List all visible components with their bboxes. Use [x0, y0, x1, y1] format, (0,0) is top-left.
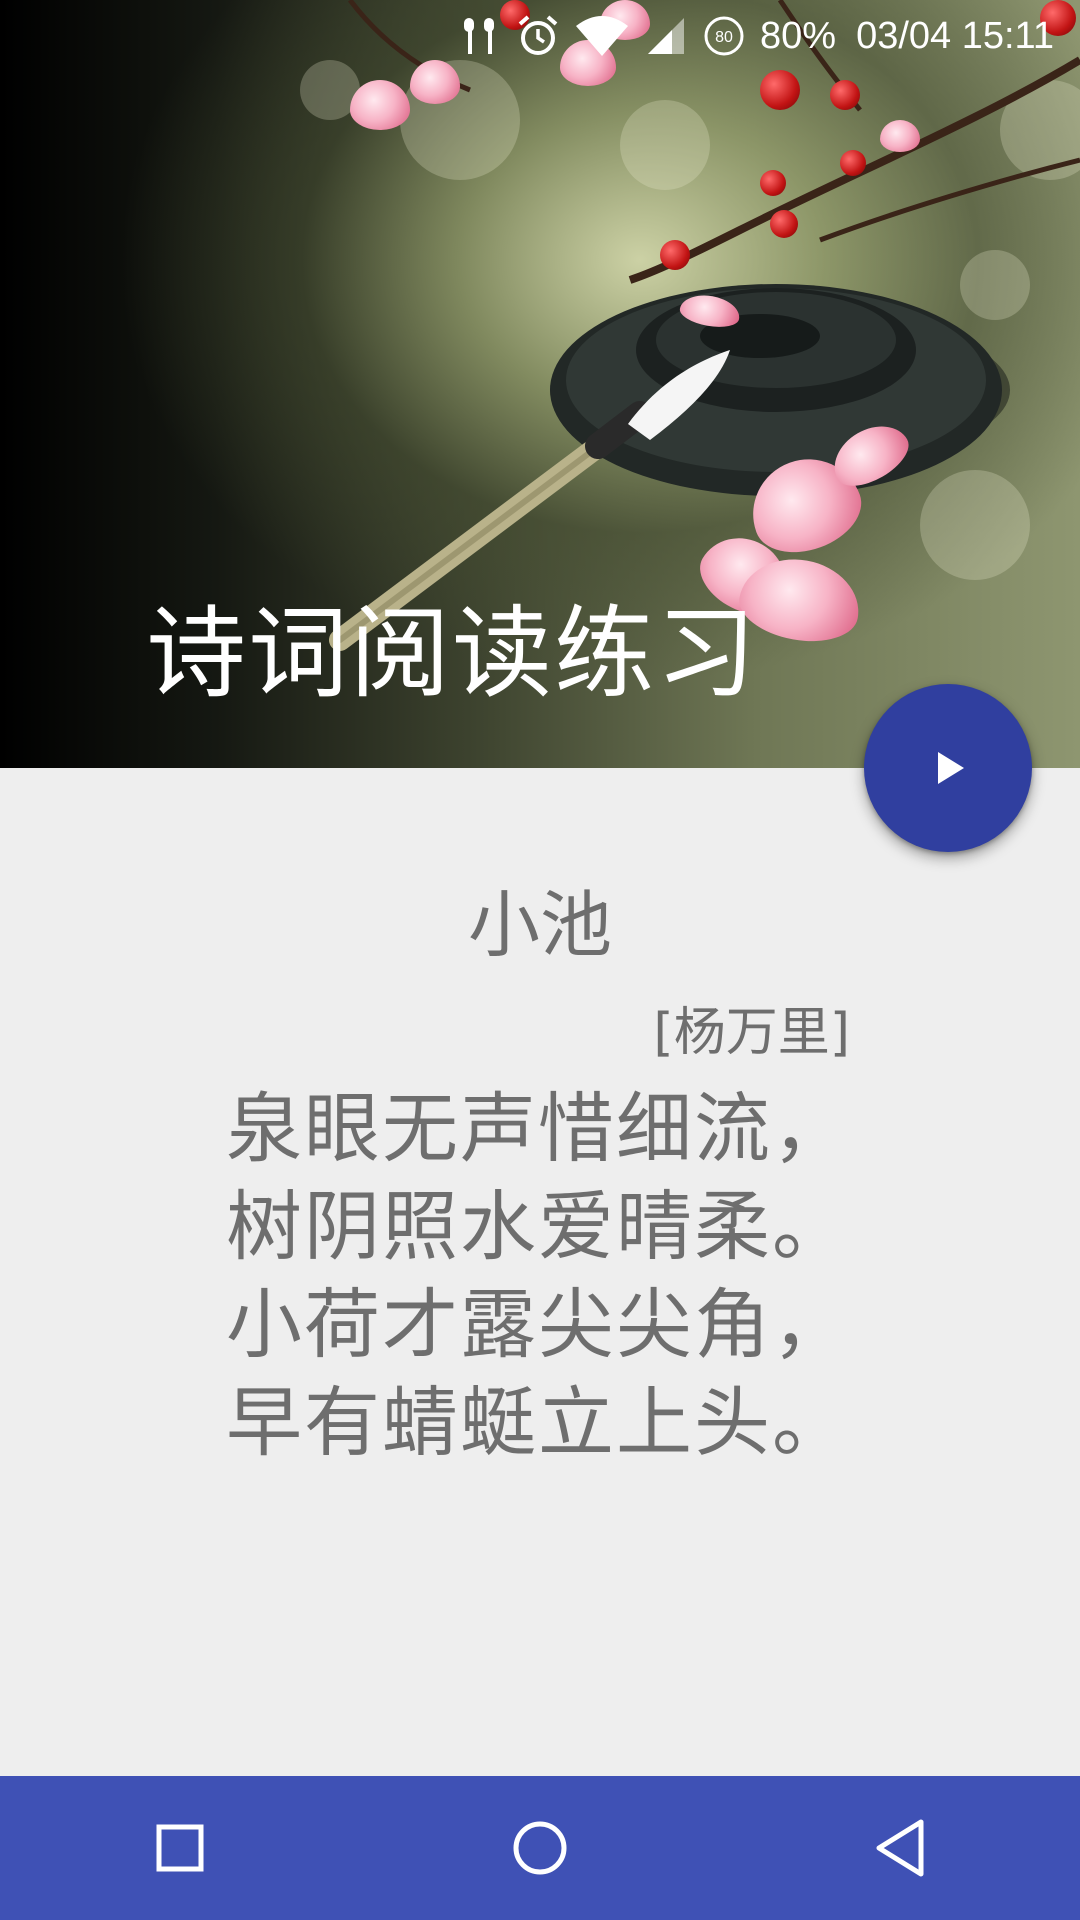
navigation-bar [0, 1776, 1080, 1920]
header-image: 诗词阅读练习 [0, 0, 1080, 768]
poem-line: 泉眼无声惜细流， [226, 1084, 850, 1173]
play-button[interactable] [864, 684, 1032, 852]
page-title: 诗词阅读练习 [146, 595, 758, 712]
back-button[interactable] [840, 1788, 960, 1908]
poem-line: 树阴照水爱晴柔。 [226, 1182, 850, 1271]
battery-percent: 80% [760, 14, 837, 57]
play-icon [938, 752, 964, 784]
earbuds-icon [458, 14, 502, 58]
plum-bud [770, 210, 798, 238]
recents-button[interactable] [120, 1788, 240, 1908]
battery-saver-icon: 80 [702, 14, 746, 58]
status-datetime: 03/04 15:11 [856, 14, 1054, 57]
plum-bud [760, 70, 800, 110]
home-button[interactable] [480, 1788, 600, 1908]
alarm-icon [516, 14, 560, 58]
wifi-icon [574, 14, 630, 58]
plum-bud [840, 150, 866, 176]
plum-bud [660, 240, 690, 270]
status-bar: 80 80% 03/04 15:11 [0, 0, 1080, 72]
plum-bud [760, 170, 786, 196]
plum-bud [830, 80, 860, 110]
poem-author: [杨万里] [653, 1003, 850, 1063]
poem-title: 小池 [467, 883, 612, 967]
poem-line: 早有蜻蜓立上头。 [226, 1378, 850, 1467]
blossom-petal [880, 120, 920, 152]
home-icon [513, 1821, 567, 1875]
back-icon [876, 1819, 924, 1877]
battery-saver-badge: 80 [715, 29, 733, 46]
recents-icon [156, 1824, 204, 1872]
poem-body: 泉眼无声惜细流， 树阴照水爱晴柔。 小荷才露尖尖角， 早有蜻蜓立上头。 [226, 1080, 850, 1472]
signal-icon [644, 14, 688, 58]
poem-line: 小荷才露尖尖角， [226, 1280, 850, 1369]
